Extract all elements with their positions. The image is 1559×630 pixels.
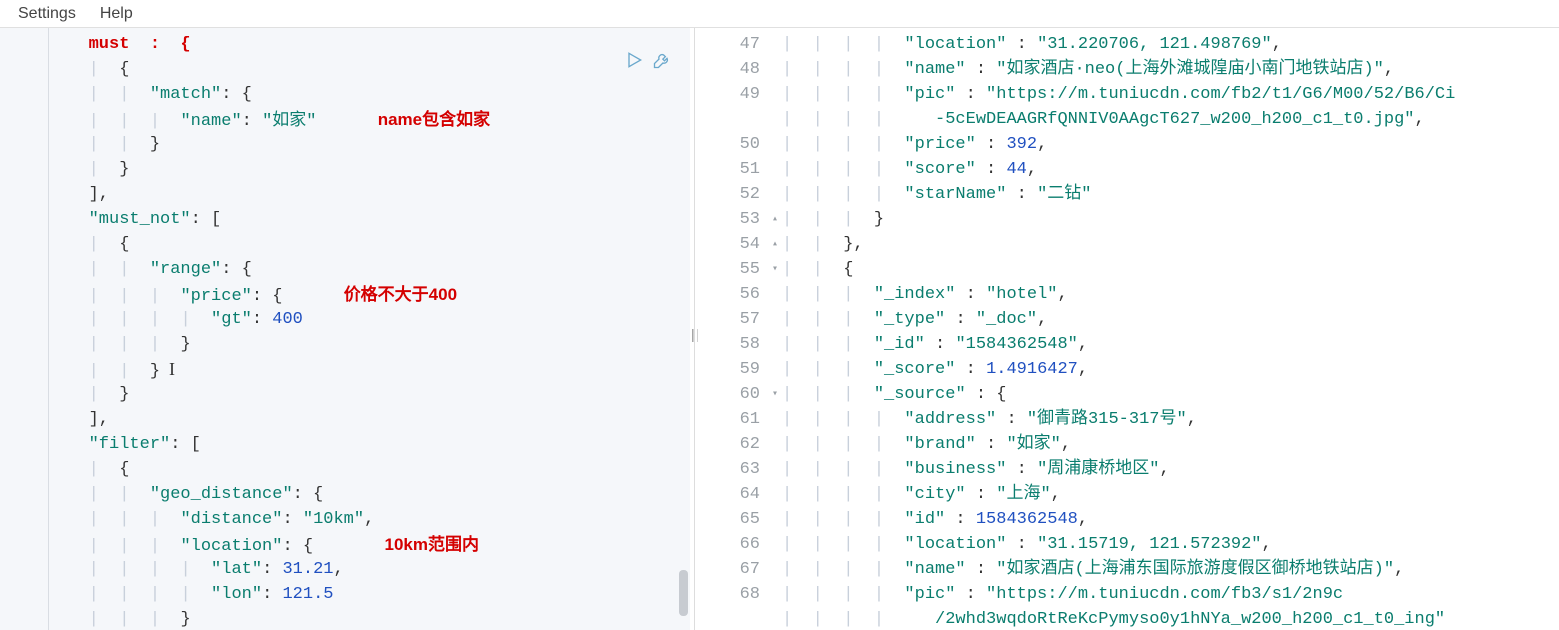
fold-icon[interactable]: ▴ xyxy=(772,232,778,257)
editor-response-pane[interactable]: 47| | | | "location" : "31.220706, 121.4… xyxy=(698,28,1559,630)
fold-icon[interactable]: ▾ xyxy=(772,382,778,407)
annotation-10km: 10km范围内 xyxy=(385,535,479,554)
editor-request-pane[interactable]: must : { | { | | "match": { | | | "name"… xyxy=(0,28,690,630)
annotation-price: 价格不大于400 xyxy=(344,285,457,304)
menu-help[interactable]: Help xyxy=(100,5,133,23)
menubar: Settings Help xyxy=(0,0,1559,28)
must-keyword: must : { xyxy=(89,35,191,54)
menu-settings[interactable]: Settings xyxy=(18,5,76,23)
response-code[interactable]: 47| | | | "location" : "31.220706, 121.4… xyxy=(698,28,1559,630)
annotation-name-contains: name包含如家 xyxy=(378,110,490,129)
fold-icon[interactable]: ▾ xyxy=(772,257,778,282)
scrollbar-thumb[interactable] xyxy=(679,570,688,616)
pane-divider[interactable]: || xyxy=(690,28,698,630)
fold-icon[interactable]: ▴ xyxy=(772,207,778,232)
line-number: 47 xyxy=(702,32,782,57)
request-code[interactable]: must : { | { | | "match": { | | | "name"… xyxy=(0,28,690,630)
